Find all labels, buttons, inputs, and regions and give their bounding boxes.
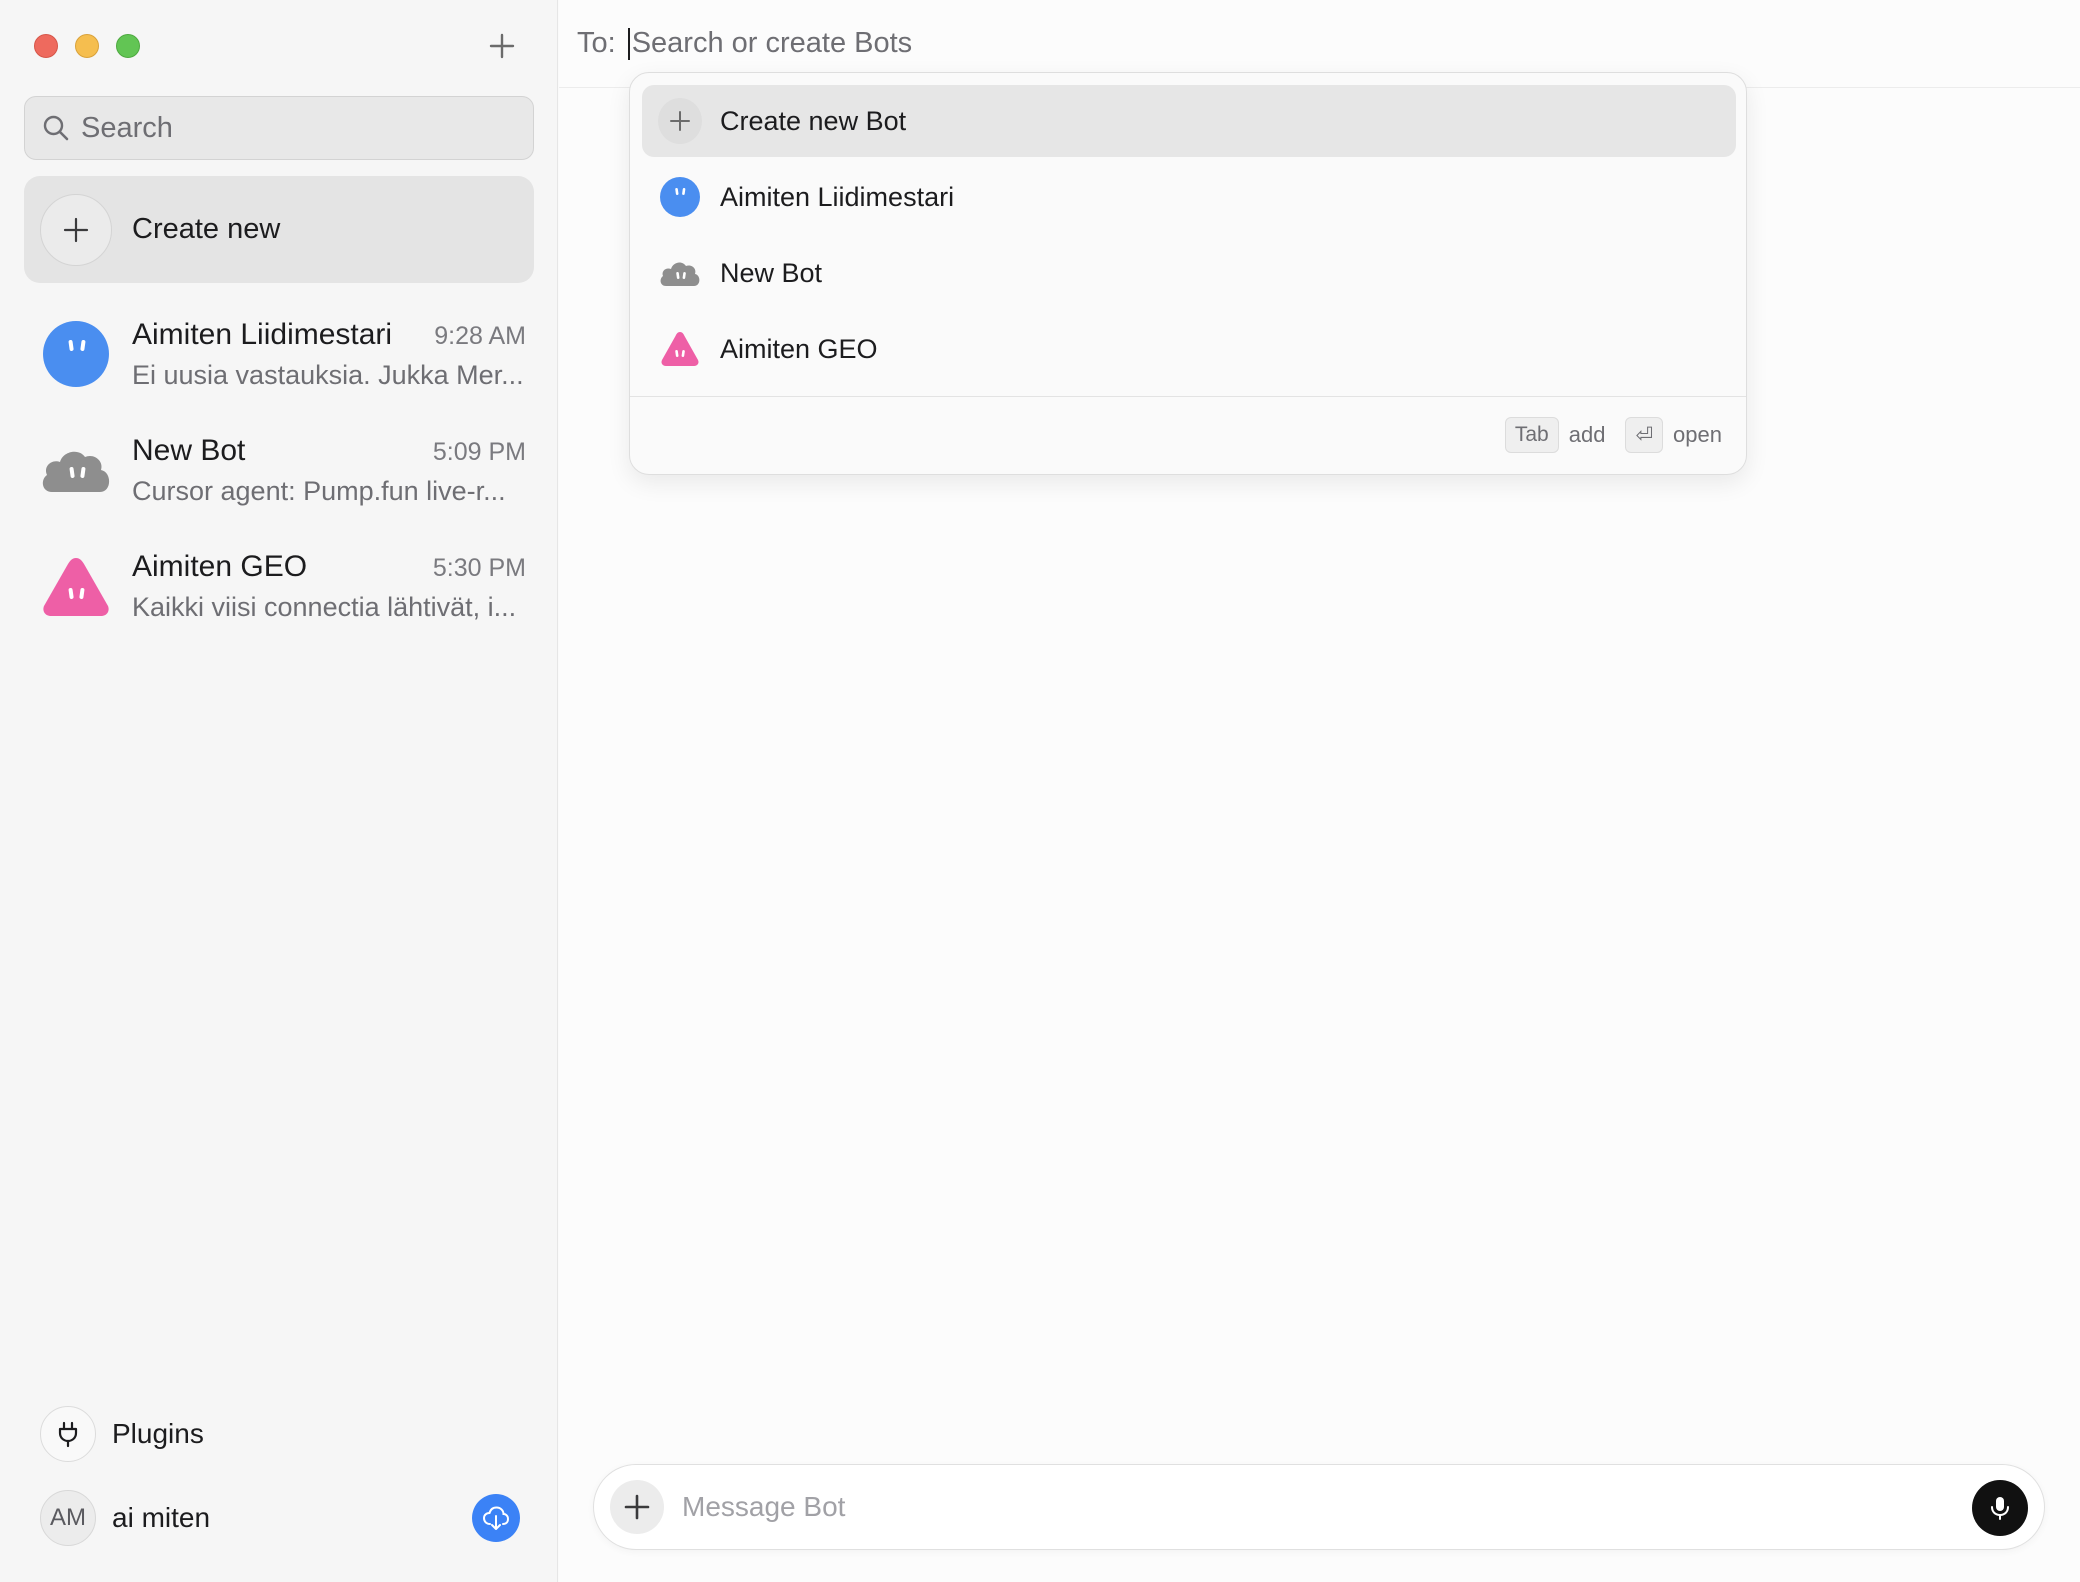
maximize-window-button[interactable] <box>116 34 140 58</box>
tab-key-hint: Tab <box>1504 417 1559 453</box>
window-controls <box>34 34 140 58</box>
plus-icon <box>624 1494 650 1520</box>
plus-circle <box>40 193 112 266</box>
dropdown-item-aimiten-geo[interactable]: Aimiten GEO <box>642 313 1736 385</box>
gray-cloud-bot-icon <box>42 451 110 492</box>
username: ai miten <box>112 1502 211 1533</box>
user-profile: AM ai miten <box>40 1490 520 1546</box>
close-window-button[interactable] <box>34 34 58 58</box>
create-new-button[interactable]: Create new <box>24 176 534 283</box>
tab-hint-label: add <box>1568 422 1606 447</box>
blue-round-bot-icon <box>660 177 700 217</box>
pink-triangle-bot-icon <box>43 558 109 616</box>
chat-item-new-bot[interactable]: New Bot 5:09 PM Cursor agent: Pump.fun l… <box>24 412 534 528</box>
chat-name: Aimiten GEO <box>132 549 308 583</box>
voice-input-button[interactable] <box>1972 1480 2028 1536</box>
plus-icon <box>670 111 690 131</box>
pink-triangle-bot-icon <box>661 332 699 366</box>
app-window: Create new Aimiten Liidimestari 9:28 AM … <box>0 0 2080 1582</box>
sidebar-search[interactable] <box>24 96 534 160</box>
chat-preview: Kaikki viisi connectia lähtivät, i... <box>132 591 517 622</box>
chat-time: 5:30 PM <box>432 553 526 582</box>
chat-list: Aimiten Liidimestari 9:28 AM Ei uusia va… <box>24 296 534 644</box>
dropdown-item-label: Aimiten Liidimestari <box>720 181 955 212</box>
attach-button[interactable] <box>610 1480 664 1534</box>
avatar[interactable]: AM <box>40 1490 96 1546</box>
chat-name: New Bot <box>132 433 246 467</box>
blue-round-bot-icon <box>43 321 109 387</box>
dropdown-item-label: Create new Bot <box>720 105 907 136</box>
chat-item-aimiten-geo[interactable]: Aimiten GEO 5:30 PM Kaikki viisi connect… <box>24 528 534 644</box>
plugins-button[interactable]: Plugins <box>40 1406 204 1462</box>
minimize-window-button[interactable] <box>75 34 99 58</box>
gray-cloud-bot-icon <box>660 262 700 286</box>
to-label: To: <box>577 27 616 59</box>
cloud-download-icon <box>482 1506 510 1530</box>
bot-suggestions-dropdown: Create new Bot Aimiten Liidimestari New … <box>629 72 1747 475</box>
chat-time: 9:28 AM <box>434 321 526 350</box>
microphone-icon <box>1991 1497 2009 1520</box>
chat-preview: Ei uusia vastauksia. Jukka Mer... <box>132 359 524 390</box>
chat-time: 5:09 PM <box>432 437 526 466</box>
sidebar: Create new Aimiten Liidimestari 9:28 AM … <box>0 0 558 1582</box>
plugins-label: Plugins <box>112 1418 204 1449</box>
dropdown-item-aimiten-liidimestari[interactable]: Aimiten Liidimestari <box>642 161 1736 233</box>
search-icon <box>43 115 69 141</box>
recipient-search-input[interactable] <box>631 27 1532 60</box>
message-composer <box>593 1464 2045 1550</box>
plus-icon <box>63 217 89 242</box>
dropdown-divider <box>630 396 1746 397</box>
search-input[interactable] <box>81 111 501 145</box>
plug-icon <box>58 1421 78 1448</box>
plus-icon <box>489 33 515 59</box>
enter-key-icon: ⏎ <box>1625 417 1664 453</box>
dropdown-item-create-new-bot[interactable]: Create new Bot <box>642 85 1736 157</box>
new-chat-button[interactable] <box>482 26 522 66</box>
dropdown-keyboard-hints: Tab add ⏎ open <box>1504 417 1722 453</box>
chat-name: Aimiten Liidimestari <box>132 317 393 351</box>
create-new-label: Create new <box>132 213 281 245</box>
main-pane: To: Create new Bot <box>559 0 2080 1582</box>
update-download-button[interactable] <box>472 1494 520 1542</box>
dropdown-item-label: New Bot <box>720 257 823 288</box>
chat-item-aimiten-liidimestari[interactable]: Aimiten Liidimestari 9:28 AM Ei uusia va… <box>24 296 534 412</box>
plug-icon-wrapper <box>40 1406 96 1462</box>
plus-icon-wrapper <box>658 98 702 144</box>
dropdown-item-label: Aimiten GEO <box>720 333 878 364</box>
dropdown-item-new-bot[interactable]: New Bot <box>642 237 1736 309</box>
enter-hint-label: open <box>1673 422 1722 447</box>
chat-preview: Cursor agent: Pump.fun live-r... <box>132 475 506 506</box>
message-input[interactable] <box>682 1491 1932 1523</box>
text-caret <box>627 27 630 60</box>
